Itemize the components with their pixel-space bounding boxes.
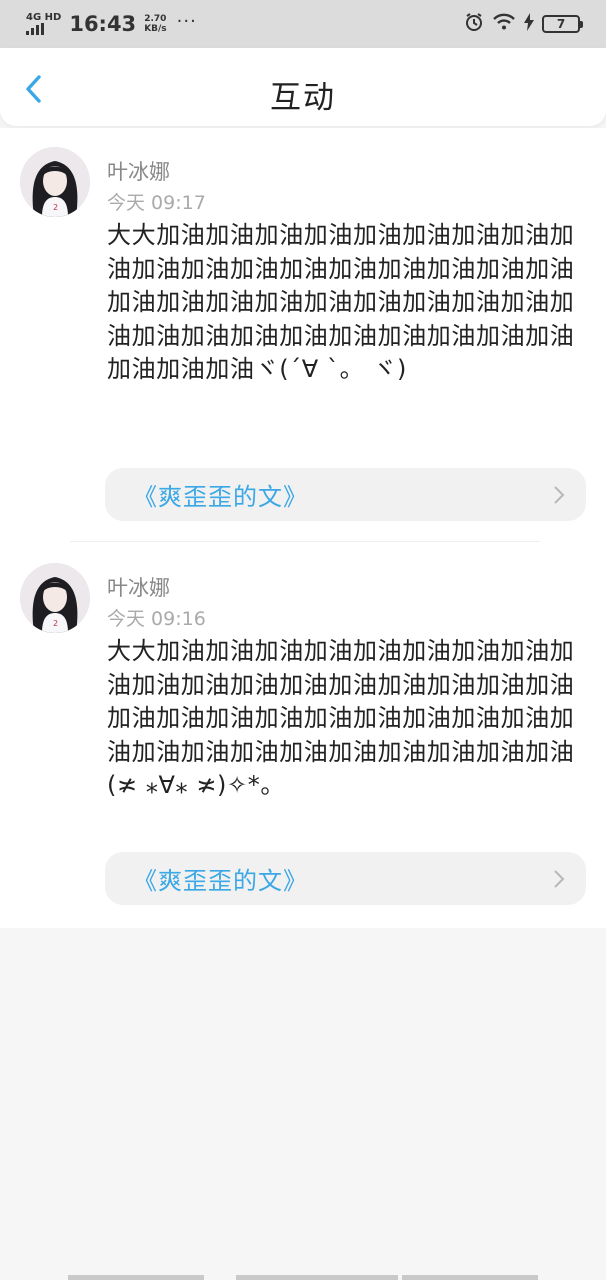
network-type: 4G HD (26, 12, 62, 23)
comment-feed: 2 叶冰娜 今天 09:17 大大加油加油加油加油加油加油加油加油加油加油加油加… (0, 128, 606, 928)
nav-gesture-bar[interactable] (236, 1275, 398, 1280)
source-title: 《爽歪歪的文》 (133, 867, 308, 895)
battery-icon: 7 (542, 15, 583, 33)
comment-text: 大大加油加油加油加油加油加油加油加油加油加油加油加油加油加油加油加油加油加油加油… (107, 637, 575, 799)
alarm-icon (464, 12, 484, 36)
status-bar: 4G HD 16:43 2.70 KB/s ··· 7 (0, 0, 606, 48)
avatar[interactable]: 2 (20, 147, 90, 217)
source-card[interactable]: 《爽歪歪的文》 (105, 852, 586, 905)
source-title: 《爽歪歪的文》 (133, 483, 308, 511)
divider (70, 541, 540, 542)
svg-text:2: 2 (53, 619, 58, 628)
username[interactable]: 叶冰娜 (107, 156, 170, 186)
charging-icon (524, 13, 534, 35)
username[interactable]: 叶冰娜 (107, 572, 170, 602)
wifi-icon (492, 13, 516, 35)
nav-gesture-bar[interactable] (402, 1275, 538, 1280)
network-speed: 2.70 KB/s (144, 14, 166, 34)
nav-gesture-bar[interactable] (68, 1275, 204, 1280)
chevron-right-icon (554, 486, 565, 504)
avatar[interactable]: 2 (20, 563, 90, 633)
page-title: 互动 (270, 80, 336, 116)
timestamp: 今天 09:17 (107, 192, 206, 214)
chevron-right-icon (554, 870, 565, 888)
speed-value: 2.70 (144, 14, 167, 24)
speed-unit: KB/s (144, 24, 167, 34)
comment-text: 大大加油加油加油加油加油加油加油加油加油加油加油加油加油加油加油加油加油加油加油… (107, 221, 575, 383)
more-notifications: ··· (176, 10, 197, 32)
timestamp: 今天 09:16 (107, 608, 206, 630)
app-header: 互动 (0, 48, 606, 126)
status-time: 16:43 (69, 12, 137, 36)
source-card[interactable]: 《爽歪歪的文》 (105, 468, 586, 521)
svg-text:2: 2 (53, 203, 58, 212)
signal-icon: 4G HD (26, 13, 61, 35)
